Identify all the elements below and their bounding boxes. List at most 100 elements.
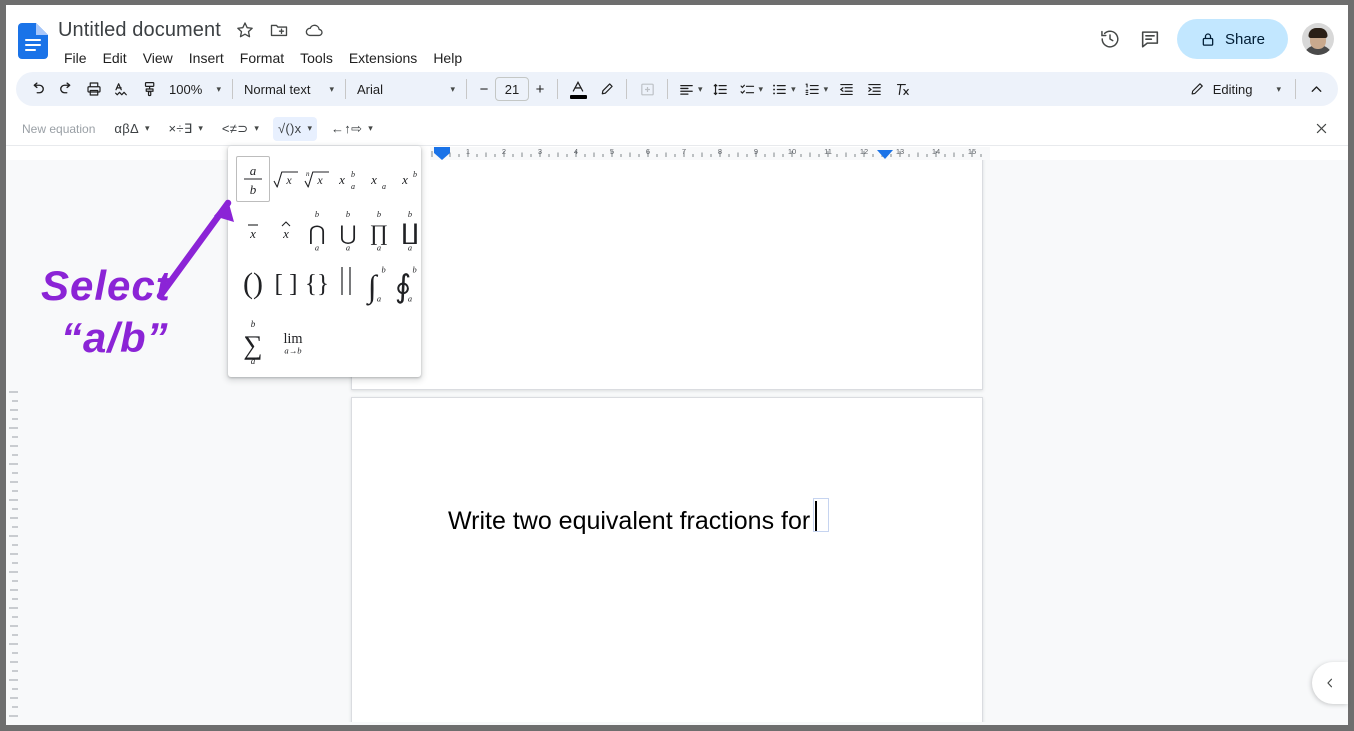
svg-text:b: b [408, 210, 412, 219]
svg-text:3: 3 [538, 147, 542, 156]
star-icon[interactable] [235, 20, 255, 40]
side-panel-toggle-button[interactable] [1312, 662, 1348, 704]
align-button[interactable]: ▾ [674, 75, 707, 103]
math-operators-dropdown[interactable]: a b x n x x b a x a x b x x b ⋂ a b ⋃ a … [228, 146, 421, 377]
svg-text:6: 6 [646, 147, 650, 156]
chevron-down-icon: ▾ [144, 123, 150, 133]
decrease-font-size-button[interactable]: − [473, 77, 495, 101]
chevron-down-icon: ▾ [698, 83, 703, 94]
new-equation-label[interactable]: New equation [22, 122, 95, 136]
checklist-button[interactable]: ▾ [735, 75, 768, 103]
menu-file[interactable]: File [58, 48, 93, 68]
font-family-selector[interactable]: Arial ▾ [352, 76, 460, 102]
equation-placeholder-box[interactable] [813, 498, 830, 532]
print-button[interactable] [80, 75, 108, 103]
product-option[interactable]: b ∏ a [364, 204, 394, 254]
menu-extensions[interactable]: Extensions [343, 48, 423, 68]
eq-group-greek-letters[interactable]: αβΔ ▾ [109, 117, 154, 141]
coproduct-option[interactable]: b ∐ a [395, 204, 425, 254]
close-equation-toolbar-button[interactable] [1310, 118, 1332, 140]
menu-insert[interactable]: Insert [183, 48, 230, 68]
eq-group-relations[interactable]: <≠⊃ ▾ [217, 117, 264, 141]
summation-option[interactable]: b ∑ a [236, 314, 270, 366]
document-canvas: Write two equivalent fractions for [6, 160, 1348, 725]
decrease-indent-button[interactable] [832, 75, 860, 103]
parentheses-option[interactable]: () [236, 258, 270, 308]
hide-menus-button[interactable] [1302, 75, 1330, 103]
eq-group-math-operations[interactable]: ×÷∃ ▾ [164, 117, 208, 141]
math-operators-glyph: √()x [277, 121, 302, 136]
highlight-color-button[interactable] [592, 75, 620, 103]
subscript-option[interactable]: x a [364, 156, 394, 202]
app-header: Untitled document File Edit View Insert … [6, 5, 1348, 68]
menu-edit[interactable]: Edit [97, 48, 133, 68]
text-color-button[interactable] [564, 75, 592, 103]
cloud-saved-icon[interactable] [303, 20, 323, 40]
toolbar-divider [466, 79, 467, 99]
version-history-icon[interactable] [1097, 26, 1123, 52]
avatar[interactable] [1302, 23, 1334, 55]
spellcheck-button[interactable] [108, 75, 136, 103]
overbar-option[interactable]: x [236, 204, 270, 254]
union-option[interactable]: b ⋃ a [333, 204, 363, 254]
menu-format[interactable]: Format [234, 48, 290, 68]
undo-button[interactable] [24, 75, 52, 103]
insert-image-button[interactable] [633, 75, 661, 103]
line-spacing-button[interactable] [707, 75, 735, 103]
move-to-folder-icon[interactable] [269, 20, 289, 40]
font-size-input[interactable]: 21 [495, 77, 529, 101]
horizontal-ruler[interactable]: 123 456 789 10 11 12 13 14 15 [430, 147, 990, 160]
clear-formatting-button[interactable] [888, 75, 916, 103]
svg-text:x: x [338, 172, 345, 187]
square-root-option[interactable]: x [271, 156, 301, 202]
vertical-ruler[interactable] [6, 390, 22, 725]
comment-icon[interactable] [1137, 26, 1163, 52]
menu-tools[interactable]: Tools [294, 48, 339, 68]
numbered-list-button[interactable]: ▾ [800, 75, 833, 103]
eq-group-arrows[interactable]: ←↑⇨ ▾ [326, 117, 378, 141]
increase-indent-button[interactable] [860, 75, 888, 103]
lock-icon [1200, 31, 1216, 48]
window-frame-bottom [0, 725, 1354, 731]
text-color-swatch [569, 94, 587, 99]
superscript-subscript-option[interactable]: x b a [333, 156, 363, 202]
svg-text:11: 11 [824, 147, 832, 156]
document-body-text[interactable]: Write two equivalent fractions for [448, 498, 830, 538]
dropdown-row-1: a b x n x x b a x a x b [236, 156, 425, 202]
chevron-down-icon: ▾ [823, 83, 829, 94]
fraction-a-over-b-option[interactable]: a b [236, 156, 270, 202]
menu-help[interactable]: Help [427, 48, 468, 68]
eq-group-math-operators[interactable]: √()x ▾ [272, 116, 317, 141]
svg-text:a→b: a→b [284, 345, 302, 355]
document-page-2[interactable]: Write two equivalent fractions for [351, 397, 983, 725]
toolbar-divider [232, 79, 233, 99]
svg-text:a: a [377, 295, 381, 304]
paragraph-style-selector[interactable]: Normal text ▾ [239, 76, 339, 102]
hat-option[interactable]: x [271, 204, 301, 254]
document-title[interactable]: Untitled document [58, 18, 221, 42]
toolbar-divider [626, 79, 627, 99]
square-brackets-option[interactable]: [ ] [271, 258, 301, 308]
bulleted-list-button[interactable]: ▾ [767, 75, 800, 103]
superscript-option[interactable]: x b [395, 156, 425, 202]
toolbar-divider [345, 79, 346, 99]
zoom-selector[interactable]: 100% ▾ [164, 76, 226, 102]
svg-text:10: 10 [788, 147, 796, 156]
integral-option[interactable]: ∫ b a [360, 258, 390, 308]
svg-text:1: 1 [466, 147, 470, 156]
share-button[interactable]: Share [1176, 19, 1288, 59]
nth-root-option[interactable]: n x [302, 156, 332, 202]
increase-font-size-button[interactable]: + [529, 77, 551, 101]
menu-view[interactable]: View [137, 48, 179, 68]
redo-button[interactable] [52, 75, 80, 103]
svg-text:x: x [401, 172, 408, 187]
svg-text:b: b [250, 182, 257, 197]
limit-option[interactable]: lim a→b [271, 314, 315, 366]
contour-integral-option[interactable]: ∮ b a [391, 258, 421, 308]
intersection-option[interactable]: b ⋂ a [302, 204, 332, 254]
paint-format-button[interactable] [136, 75, 164, 103]
editing-mode-selector[interactable]: Editing ▾ [1181, 75, 1289, 103]
absolute-value-bars-option[interactable] [333, 258, 359, 308]
document-page-1[interactable] [351, 160, 983, 390]
curly-braces-option[interactable]: {} [302, 258, 332, 308]
